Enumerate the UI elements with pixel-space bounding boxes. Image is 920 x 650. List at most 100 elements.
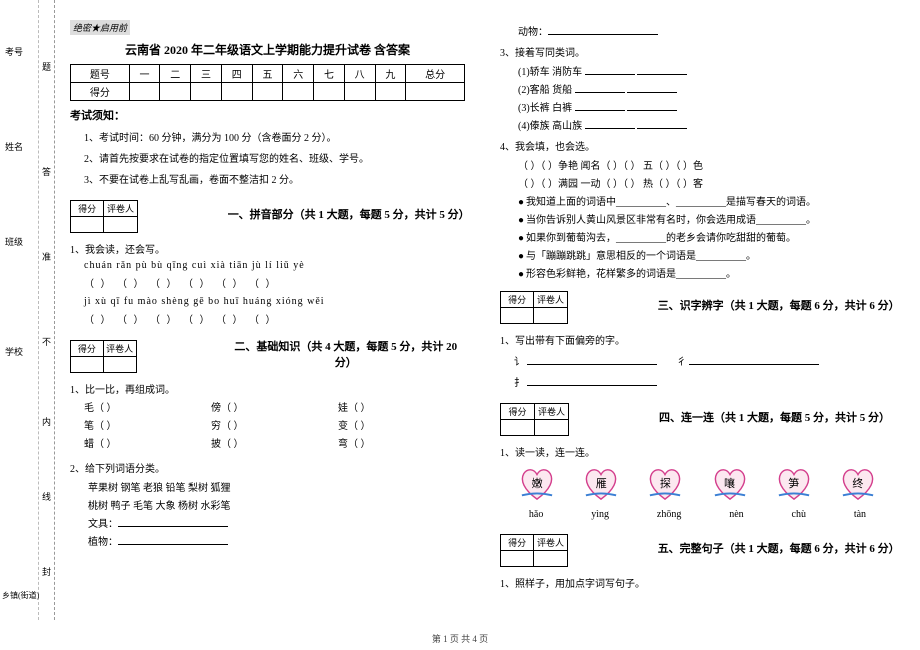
- mini-score-label: 得分: [501, 535, 534, 551]
- pair-item: 蜡（ ）: [84, 436, 117, 454]
- fill-row: （ ）（ ）满园 一动（ ）（ ） 热（ ）（ ）客: [518, 175, 895, 190]
- right-column: 动物： 3、接着写同类词。 (1)轿车 消防车 (2)客船 货船 (3)长裤 白…: [490, 0, 905, 594]
- blank-line: [689, 364, 819, 365]
- heart-char: 终: [839, 475, 877, 491]
- notice-item: 3、不要在试卷上乱写乱画，卷面不整洁扣 2 分。: [84, 171, 465, 186]
- heart-char: 嫩: [518, 475, 556, 491]
- heart-icon: 嚷: [711, 467, 749, 501]
- mini-score-cell: [535, 420, 569, 436]
- item-text: (4)傣族 高山族: [518, 121, 582, 132]
- blank-line: [118, 517, 228, 527]
- blank-line: [527, 364, 657, 365]
- bullet-text: 如果你到葡萄沟去，__________的老乡会请你吃甜甜的葡萄。: [526, 233, 796, 244]
- mini-score-label: 得分: [501, 404, 535, 420]
- pair-item: 笔（ ）: [84, 418, 117, 436]
- bullet-item: ●形容色彩鲜艳，花样繁多的词语是__________。: [518, 265, 895, 280]
- blank-line: [637, 119, 687, 129]
- pair-item: 傍（ ）: [211, 400, 244, 418]
- category-line: 动物：: [518, 23, 895, 38]
- bullet-text: 形容色彩鲜艳，花样繁多的词语是__________。: [526, 269, 736, 280]
- mini-score-cell: [103, 357, 136, 373]
- blank-line: [637, 65, 687, 75]
- mini-score-cell: [501, 308, 534, 324]
- mini-score-cell: [71, 357, 104, 373]
- score-cell: [375, 83, 406, 101]
- pinyin-label: nèn: [729, 509, 743, 520]
- heart-char: 雁: [582, 475, 620, 491]
- pinyin-label: yìng: [591, 509, 609, 520]
- item-text: (3)长裤 白裤: [518, 103, 572, 114]
- blank-line: [118, 535, 228, 545]
- score-row-label: 得分: [71, 83, 130, 101]
- section-4-title: 四、连一连（共 1 大题，每题 5 分，共计 5 分）: [659, 409, 890, 425]
- mini-score-label: 评卷人: [103, 341, 136, 357]
- q1-prompt: 1、我会读，还会写。: [70, 241, 465, 256]
- heart-icon: 雁: [582, 467, 620, 501]
- cat-label: 动物：: [518, 27, 548, 38]
- pinyin-label: chù: [792, 509, 806, 520]
- score-cell: [406, 83, 465, 101]
- secret-label: 绝密★启用前: [70, 20, 130, 35]
- blank-line: [575, 101, 625, 111]
- pinyin-label-row: hǎo yìng zhōng nèn chù tàn: [505, 509, 890, 520]
- blank-line: [575, 83, 625, 93]
- score-cell: [314, 83, 345, 101]
- section-1-title: 一、拼音部分（共 1 大题，每题 5 分，共计 5 分）: [228, 206, 465, 222]
- score-cell: [283, 83, 314, 101]
- list-item: (4)傣族 高山族: [518, 117, 895, 132]
- pinyin-row: chuán rǎn pù bù qīng cuì xià tiān jù lí …: [84, 260, 465, 271]
- col-label: 四: [221, 65, 252, 83]
- mini-score-label: 得分: [501, 292, 534, 308]
- blank-line: [627, 101, 677, 111]
- bullet-text: 与「蹦蹦跳跳」意思相反的一个词语是__________。: [526, 251, 756, 262]
- category-line: 文具：: [88, 515, 465, 530]
- list-item: (1)轿车 消防车: [518, 63, 895, 78]
- bullet-item: ●我知道上面的词语中__________、__________是描写春天的词语。: [518, 193, 895, 208]
- heart-char: 笋: [775, 475, 813, 491]
- pinyin-row: jì xù qī fu mào shèng gē bo huī huáng xi…: [84, 296, 465, 307]
- section-2-title: 二、基础知识（共 4 大题，每题 5 分，共计 20 分）: [227, 338, 465, 370]
- q2-prompt-4: 4、我会填，也会选。: [500, 138, 895, 153]
- score-cell: [129, 83, 160, 101]
- mini-score-label: 评卷人: [104, 201, 137, 217]
- blank-line: [627, 83, 677, 93]
- pinyin-label: zhōng: [657, 509, 681, 520]
- word-list: 苹果树 钢笔 老狼 铅笔 梨树 狐狸: [88, 479, 465, 494]
- col-label: 六: [283, 65, 314, 83]
- score-cell: [160, 83, 191, 101]
- mini-score-table: 得分评卷人: [500, 534, 568, 567]
- section-3-title: 三、识字辨字（共 1 大题，每题 6 分，共计 6 分）: [658, 297, 895, 313]
- cat-label: 植物：: [88, 537, 118, 548]
- page-footer: 第 1 页 共 4 页: [0, 632, 920, 645]
- answer-parens: （ ） （ ） （ ） （ ） （ ） （ ）: [84, 311, 465, 326]
- col-label: 三: [191, 65, 222, 83]
- exam-title: 云南省 2020 年二年级语文上学期能力提升试卷 含答案: [70, 41, 465, 58]
- mini-score-cell: [71, 217, 104, 233]
- radical-row: 扌: [514, 374, 895, 389]
- score-table: 题号 一 二 三 四 五 六 七 八 九 总分 得分: [70, 64, 465, 101]
- pair-item: 披（ ）: [211, 436, 244, 454]
- col-label: 七: [314, 65, 345, 83]
- pair-item: 变（ ）: [338, 418, 371, 436]
- cat-label: 文具：: [88, 519, 118, 530]
- score-cell: [344, 83, 375, 101]
- bullet-item: ●如果你到葡萄沟去，__________的老乡会请你吃甜甜的葡萄。: [518, 229, 895, 244]
- mini-score-cell: [501, 551, 534, 567]
- pair-item: 穷（ ）: [211, 418, 244, 436]
- heart-icon: 嫩: [518, 467, 556, 501]
- mini-score-table: 得分评卷人: [500, 403, 569, 436]
- heart-icon-row: 嫩 雁 探 嚷 笋 终: [505, 467, 890, 501]
- item-text: (2)客船 货船: [518, 85, 572, 96]
- pinyin-label: tàn: [854, 509, 866, 520]
- section-5-title: 五、完整句子（共 1 大题，每题 6 分，共计 6 分）: [658, 540, 895, 556]
- q2-prompt-3: 3、接着写同类词。: [500, 44, 895, 59]
- bullet-text: 当你告诉别人黄山风景区非常有名时，你会选用成语__________。: [526, 215, 816, 226]
- score-cell: [221, 83, 252, 101]
- radical-row: 讠 彳: [514, 353, 895, 368]
- bullet-text: 我知道上面的词语中__________、__________是描写春天的词语。: [526, 197, 816, 208]
- q3-prompt: 1、写出带有下面偏旁的字。: [500, 332, 895, 347]
- pinyin-label: hǎo: [529, 509, 543, 520]
- mini-score-label: 得分: [71, 201, 104, 217]
- mini-score-cell: [534, 308, 567, 324]
- mini-score-table: 得分评卷人: [70, 340, 137, 373]
